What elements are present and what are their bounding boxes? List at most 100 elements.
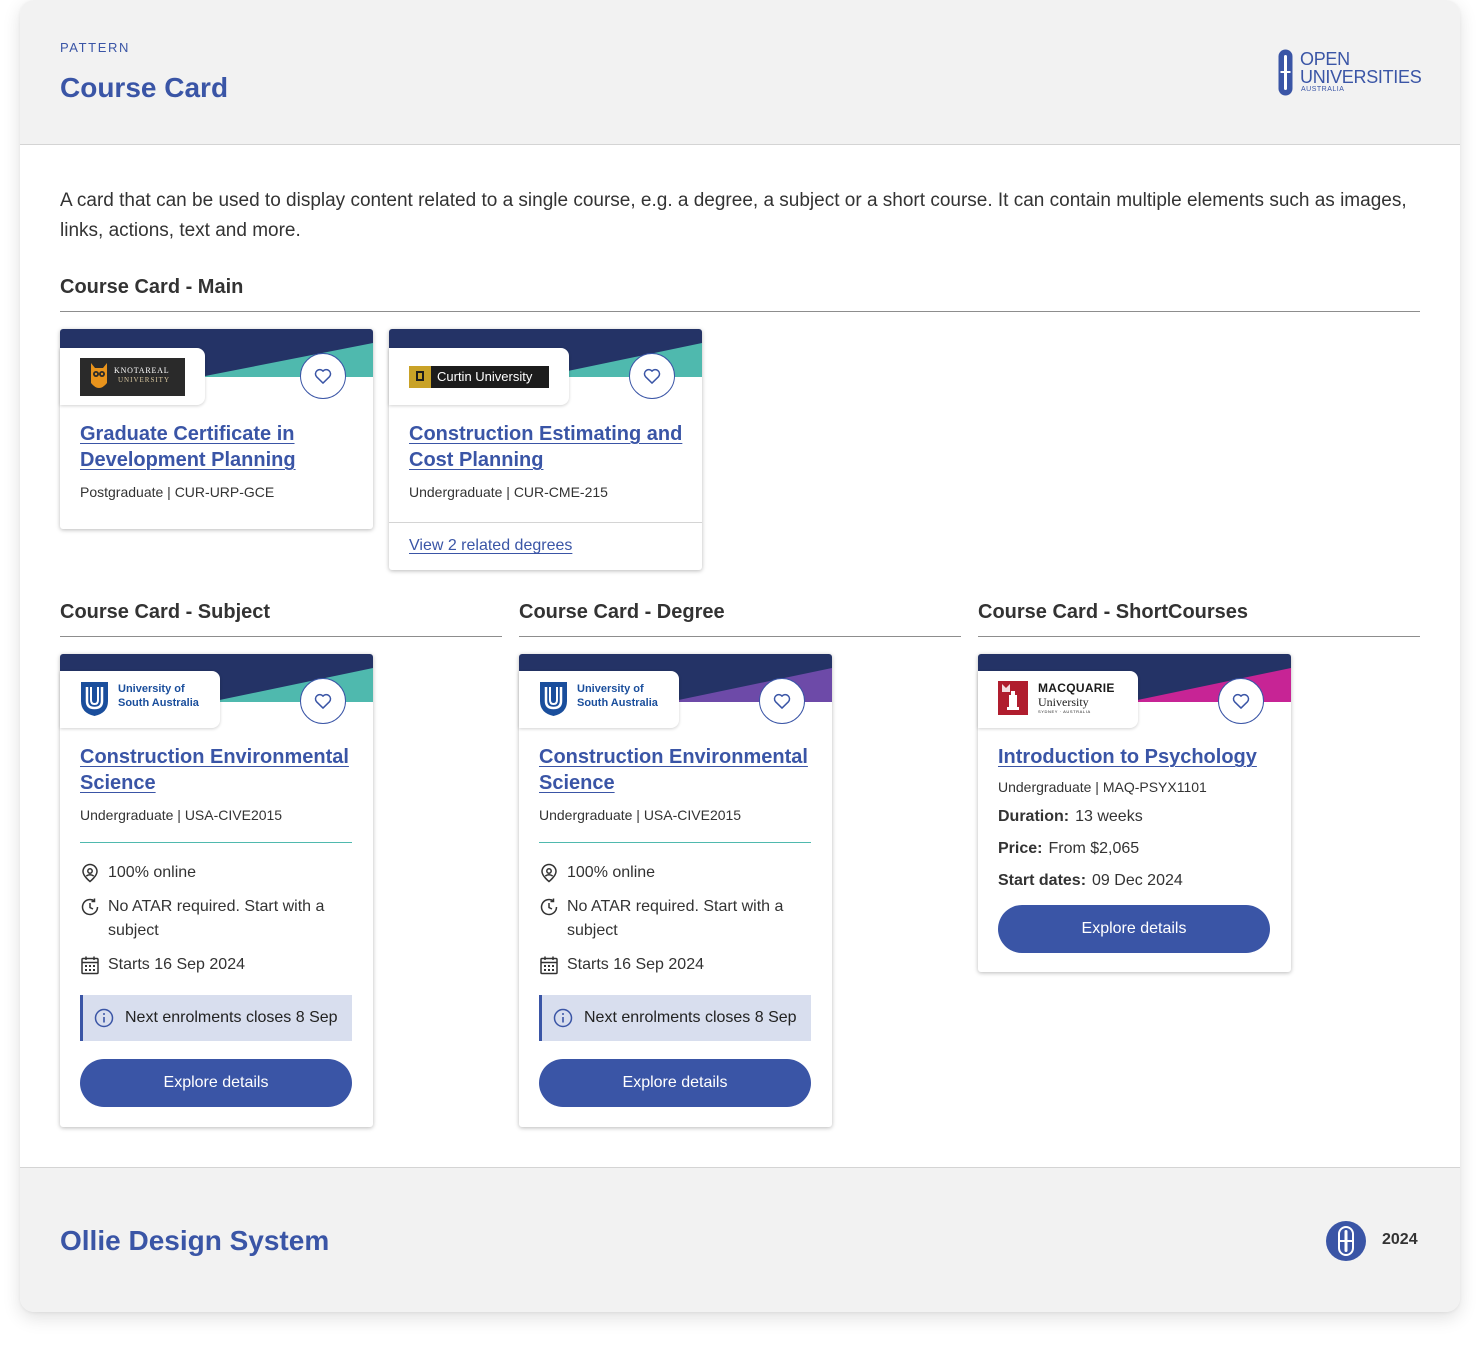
footer-title: Ollie Design System [60, 1225, 330, 1256]
course-card-main[interactable]: KNOTAREAL UNIVERSITY Graduate Certificat… [60, 329, 373, 529]
detail-label: Price: [998, 840, 1043, 857]
favourite-button[interactable] [759, 678, 805, 724]
calendar-icon [81, 956, 99, 975]
detail-value: 13 weeks [1075, 808, 1143, 825]
course-meta: Undergraduate | USA-CIVE2015 [539, 807, 742, 823]
section-title-short-courses: Course Card - ShortCourses [978, 601, 1249, 623]
logo-text-2: South Australia [118, 697, 199, 709]
course-title-link[interactable]: Construction Environmental Science [80, 744, 355, 796]
knotareal-logo: KNOTAREAL UNIVERSITY [80, 358, 185, 396]
feature-text: Starts 16 Sep 2024 [567, 956, 704, 973]
university-logo: Curtin University [389, 348, 569, 405]
explore-details-button[interactable]: Explore details [539, 1059, 811, 1107]
curtin-crest-icon [409, 366, 431, 388]
eyebrow-label: PATTERN [60, 40, 130, 55]
university-logo: University of South Australia [60, 671, 220, 728]
feature-text: No ATAR required. Start with a subject [108, 898, 325, 939]
unisa-crest-icon [81, 682, 108, 716]
logo-text-2: University [1038, 695, 1089, 709]
feature-text: 100% online [567, 864, 656, 881]
logo-text-3: SYDNEY · AUSTRALIA [1038, 709, 1091, 714]
section-divider [519, 636, 961, 637]
logo-text-1: MACQUARIE [1038, 681, 1115, 695]
explore-details-button[interactable]: Explore details [80, 1059, 352, 1107]
university-logo: MACQUARIE University SYDNEY · AUSTRALIA [978, 671, 1138, 728]
detail-price: Price: From $2,065 [998, 840, 1139, 858]
detail-duration: Duration: 13 weeks [998, 808, 1143, 826]
brand-line-1: OPEN [1300, 49, 1350, 69]
detail-start-dates: Start dates: 09 Dec 2024 [998, 872, 1183, 890]
detail-label: Duration: [998, 808, 1070, 825]
favourite-button[interactable] [1218, 678, 1264, 724]
open-universities-logo: OPEN UNIVERSITIES AUSTRALIA [1278, 49, 1422, 97]
section-title-subject: Course Card - Subject [60, 601, 271, 623]
course-title-link[interactable]: Construction Estimating and Cost Plannin… [409, 421, 684, 473]
logo-text: Curtin University [437, 369, 533, 384]
section-title-main: Course Card - Main [60, 276, 244, 298]
course-card-short-course[interactable]: MACQUARIE University SYDNEY · AUSTRALIA … [978, 654, 1291, 972]
course-card-subject[interactable]: University of South Australia Constructi… [60, 654, 373, 1127]
owl-icon [91, 363, 107, 388]
heart-icon [314, 693, 332, 709]
course-card-main-related[interactable]: Curtin University Construction Estimatin… [389, 329, 702, 570]
course-meta: Undergraduate | USA-CIVE2015 [80, 807, 283, 823]
logo-text-1: University of [577, 683, 644, 695]
page-footer: Ollie Design System 2024 [20, 1167, 1460, 1312]
feature-text: 100% online [108, 864, 197, 881]
section-title-degree: Course Card - Degree [519, 601, 725, 623]
detail-label: Start dates: [998, 872, 1087, 889]
card-divider [80, 842, 352, 843]
feature-atar: No ATAR required. Start with a subject [80, 895, 352, 943]
university-logo: KNOTAREAL UNIVERSITY [60, 348, 205, 405]
heart-icon [1232, 693, 1250, 709]
course-meta: Postgraduate | CUR-URP-GCE [80, 484, 275, 500]
clock-refresh-icon [540, 898, 558, 916]
feature-atar: No ATAR required. Start with a subject [539, 895, 811, 943]
logo-text-2: South Australia [577, 697, 658, 709]
page-header: PATTERN Course Card OPEN UNIVERSITIES AU… [20, 0, 1460, 145]
course-title-link[interactable]: Construction Environmental Science [539, 744, 814, 796]
calendar-icon [540, 956, 558, 975]
curtin-logo: Curtin University [409, 366, 549, 388]
detail-value: 09 Dec 2024 [1092, 872, 1183, 889]
detail-value: From $2,065 [1048, 840, 1140, 857]
logo-text-1: KNOTAREAL [114, 366, 170, 375]
heart-icon [773, 693, 791, 709]
logo-text-1: University of [118, 683, 185, 695]
brand-line-2: UNIVERSITIES [1300, 67, 1422, 87]
university-logo: University of South Australia [519, 671, 679, 728]
course-title-link[interactable]: Graduate Certificate in Development Plan… [80, 421, 355, 473]
design-sheet: PATTERN Course Card OPEN UNIVERSITIES AU… [20, 0, 1460, 1312]
feature-text: Starts 16 Sep 2024 [108, 956, 245, 973]
feature-online: 100% online [80, 861, 352, 885]
enrolment-notice: Next enrolments closes 8 Sep [80, 995, 352, 1041]
intro-text: A card that can be used to display conte… [60, 190, 1407, 241]
info-icon [553, 1008, 573, 1028]
feature-start-date: Starts 16 Sep 2024 [80, 953, 352, 977]
notice-text: Next enrolments closes 8 Sep [125, 1009, 338, 1026]
card-footer-divider [389, 522, 702, 523]
related-degrees-link[interactable]: View 2 related degrees [409, 537, 572, 555]
feature-text: No ATAR required. Start with a subject [567, 898, 784, 939]
clock-refresh-icon [81, 898, 99, 916]
logo-text-2: UNIVERSITY [118, 376, 170, 384]
explore-details-button[interactable]: Explore details [998, 905, 1270, 953]
course-card-degree[interactable]: University of South Australia Constructi… [519, 654, 832, 1127]
section-divider [978, 636, 1420, 637]
notice-text: Next enrolments closes 8 Sep [584, 1009, 797, 1026]
favourite-button[interactable] [629, 353, 675, 399]
course-meta: Undergraduate | MAQ-PSYX1101 [998, 779, 1207, 795]
feature-online: 100% online [539, 861, 811, 885]
ou-logo-icon [1278, 49, 1293, 96]
location-pin-icon [541, 863, 557, 883]
card-divider [539, 842, 811, 843]
favourite-button[interactable] [300, 678, 346, 724]
heart-icon [643, 368, 661, 384]
enrolment-notice: Next enrolments closes 8 Sep [539, 995, 811, 1041]
info-icon [94, 1008, 114, 1028]
section-divider [60, 636, 502, 637]
favourite-button[interactable] [300, 353, 346, 399]
course-title-link[interactable]: Introduction to Psychology [998, 744, 1273, 770]
brand-line-3: AUSTRALIA [1301, 86, 1345, 93]
feature-start-date: Starts 16 Sep 2024 [539, 953, 811, 977]
